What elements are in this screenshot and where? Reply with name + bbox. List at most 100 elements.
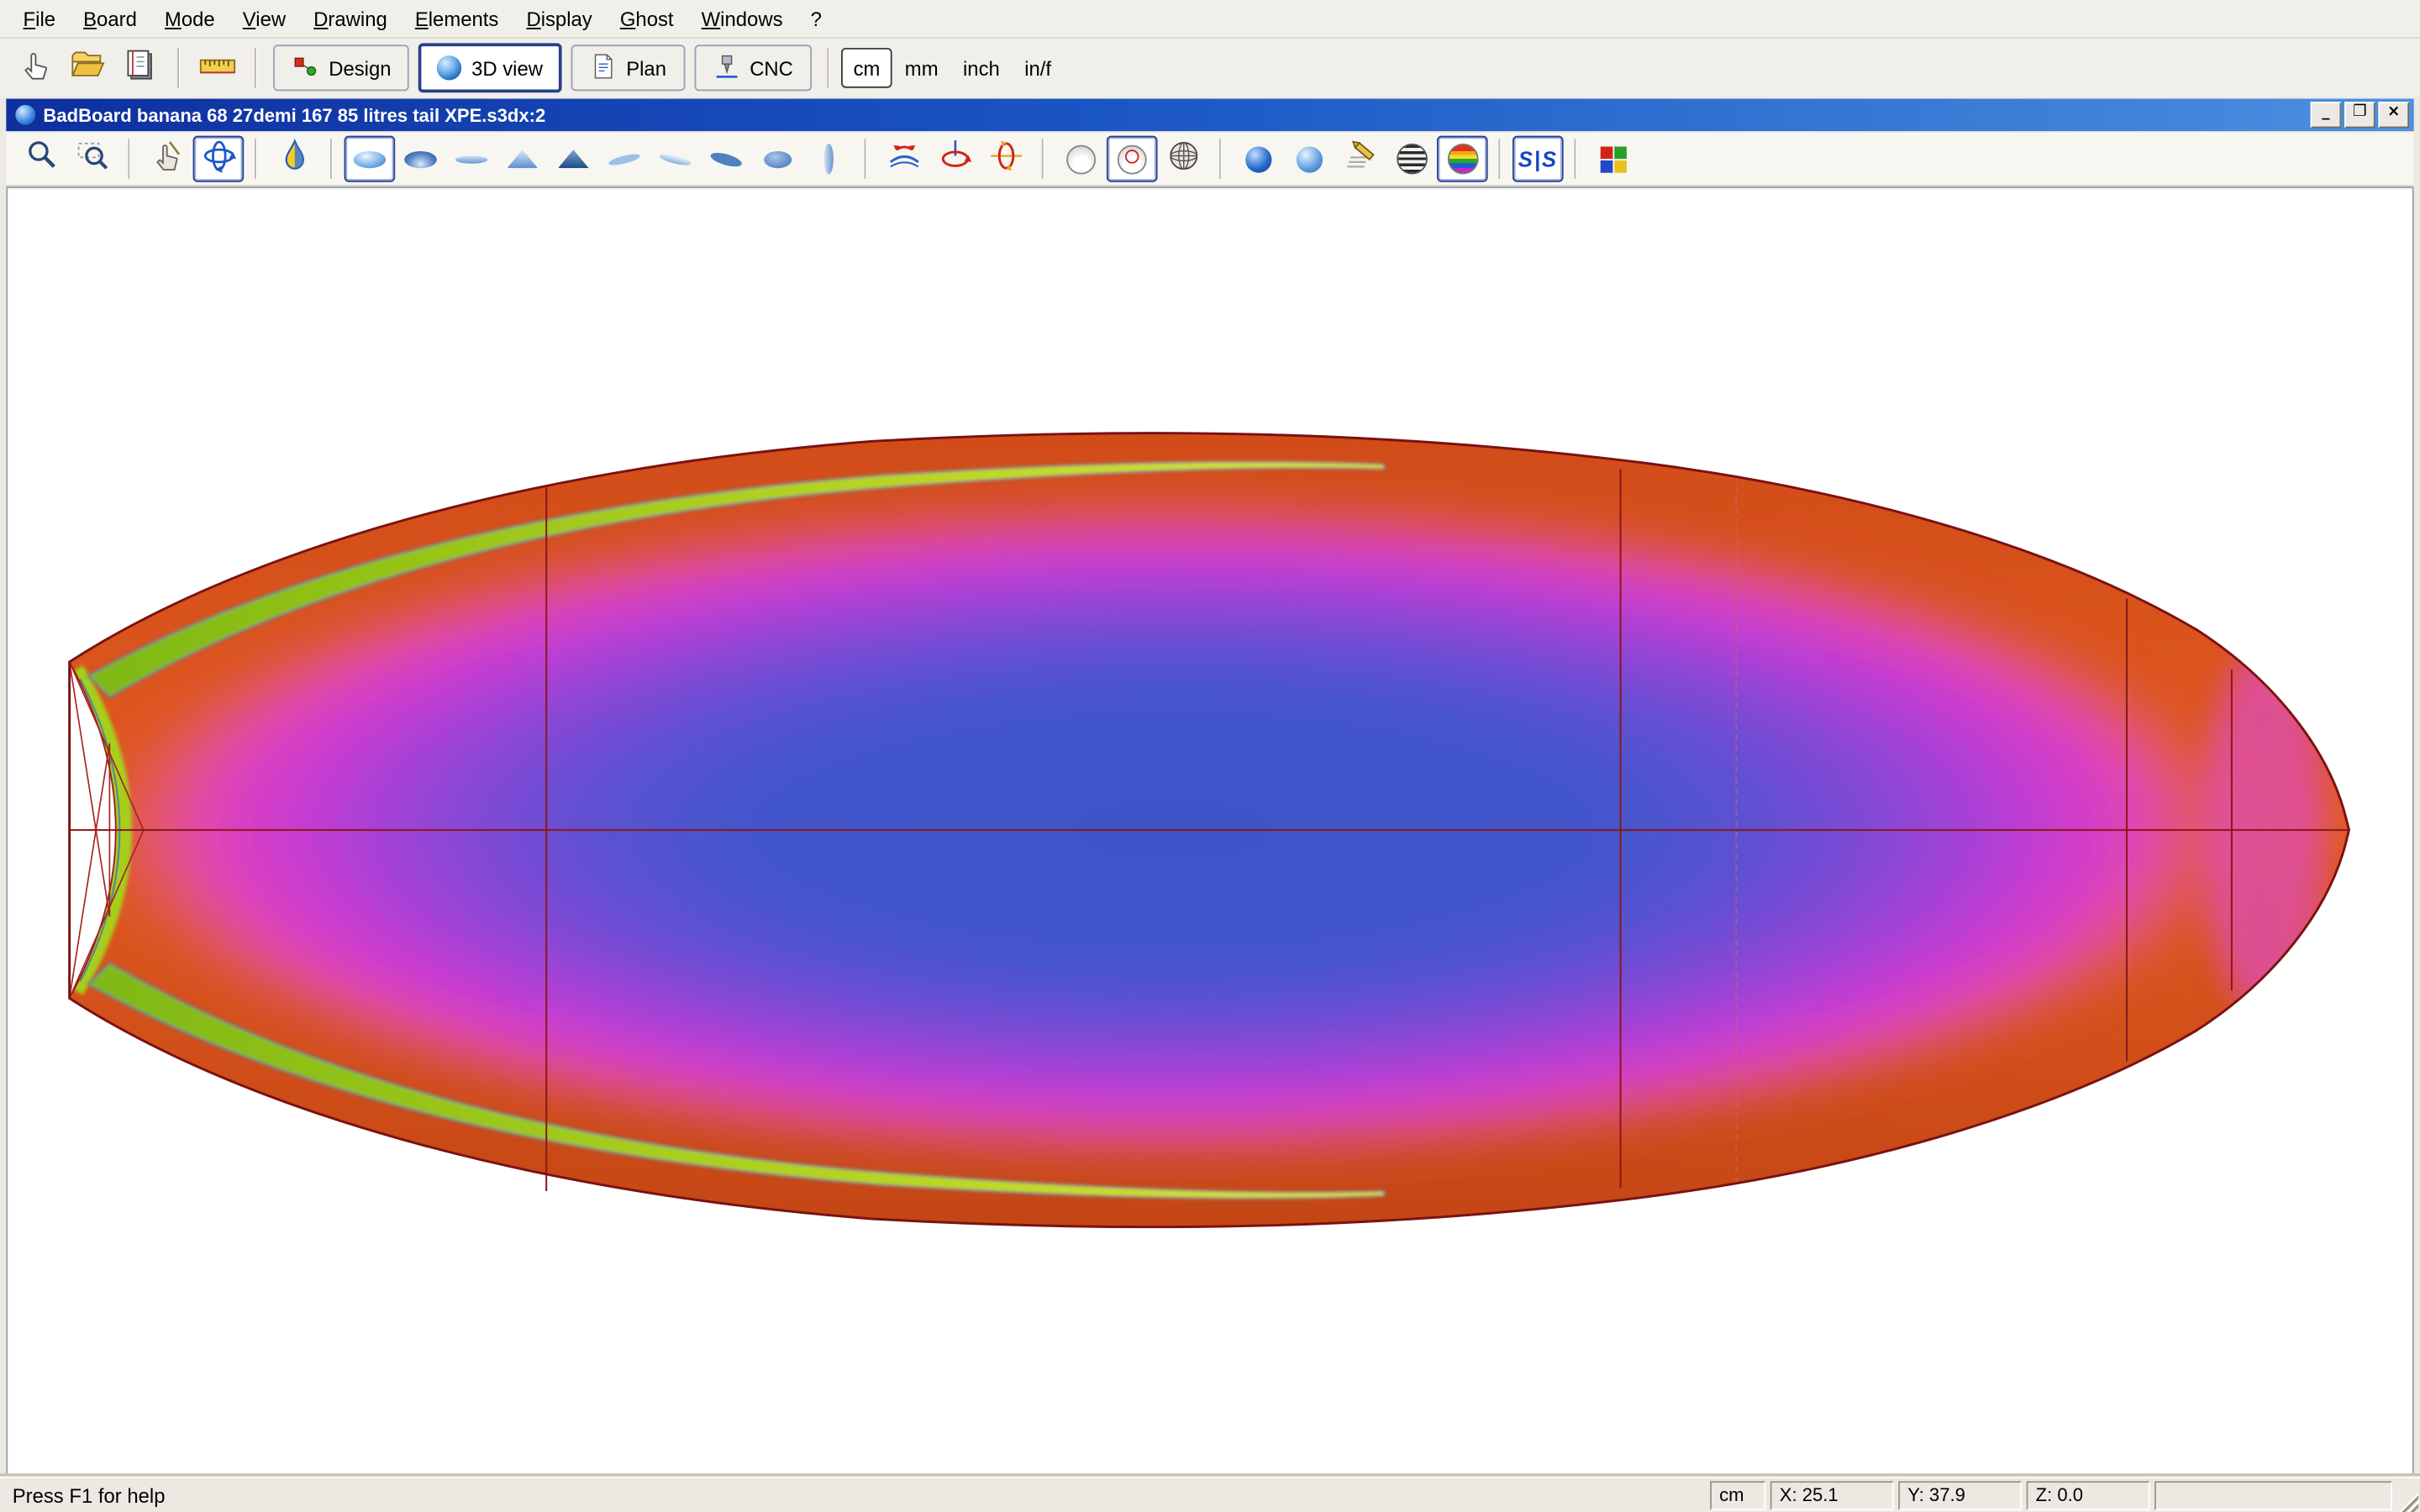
rotate-x-button[interactable] <box>980 136 1031 182</box>
texture-paint-icon <box>1342 137 1379 181</box>
rainbow-sphere-button[interactable] <box>1437 136 1488 182</box>
threed-view-mode-button[interactable]: 3D view <box>419 43 561 92</box>
menu-view[interactable]: View <box>229 3 299 35</box>
board-3d-canvas[interactable] <box>6 186 2413 1478</box>
zebra-sphere-button[interactable] <box>1386 136 1437 182</box>
threed-view-mode-label: 3D view <box>471 56 543 80</box>
tile-windows-button[interactable] <box>1588 136 1639 182</box>
view-front-icon <box>507 150 538 168</box>
rotate-view-button[interactable] <box>193 136 245 182</box>
pan-hand-icon <box>149 137 186 181</box>
plan-mode-button[interactable]: Plan <box>571 45 685 91</box>
ruler-button[interactable] <box>192 43 244 92</box>
view-toolbar: S|S <box>6 133 2413 186</box>
unit-mm-button[interactable]: mm <box>892 48 950 88</box>
zoom-window-icon <box>73 137 110 181</box>
render-marker-button[interactable] <box>1107 136 1158 182</box>
view-bottom-button[interactable] <box>395 136 446 182</box>
flip-view-icon <box>885 137 922 181</box>
slice-diagonal-button[interactable] <box>599 136 650 182</box>
toolbar-separator <box>1219 139 1223 179</box>
document-title-bar[interactable]: BadBoard banana 68 27demi 167 85 litres … <box>6 99 2413 132</box>
menu-display[interactable]: Display <box>513 3 606 35</box>
menu-elements[interactable]: Elements <box>401 3 513 35</box>
slice-diagonal2-button[interactable] <box>650 136 701 182</box>
application-window: File Board Mode View Drawing Elements Di… <box>0 0 2420 1512</box>
blob-view-button[interactable] <box>751 136 802 182</box>
render-plain-icon <box>1066 144 1096 174</box>
zoom-window-button[interactable] <box>66 136 118 182</box>
unit-inf-button[interactable]: in/f <box>1013 48 1064 88</box>
zoom-icon <box>23 137 60 181</box>
view-side-icon <box>455 155 488 163</box>
plan-mode-label: Plan <box>626 56 666 80</box>
slice-filled-icon <box>709 150 744 169</box>
zoom-button[interactable] <box>15 136 66 182</box>
unit-cm-button[interactable]: cm <box>841 48 892 88</box>
toolbar-separator <box>1574 139 1577 179</box>
slice-filled-button[interactable] <box>701 136 752 182</box>
view-top-icon <box>354 150 387 167</box>
curvature-ss-button[interactable]: S|S <box>1512 136 1564 182</box>
view-back-button[interactable] <box>548 136 599 182</box>
toolbar-separator <box>177 48 181 88</box>
flip-view-button[interactable] <box>878 136 929 182</box>
sphere-light-icon <box>1297 146 1323 172</box>
rainbow-sphere-icon <box>1447 144 1478 175</box>
open-file-button[interactable] <box>61 43 113 92</box>
wireframe-globe-icon <box>1165 137 1202 181</box>
menu-file[interactable]: File <box>9 3 70 35</box>
sphere-dark-icon <box>1245 146 1271 172</box>
toolbar-separator <box>255 48 258 88</box>
view-side-button[interactable] <box>446 136 497 182</box>
status-help-text: Press F1 for help <box>13 1483 166 1507</box>
rotate-z-button[interactable] <box>929 136 981 182</box>
select-hand-button[interactable] <box>9 43 61 92</box>
menu-drawing[interactable]: Drawing <box>300 3 402 35</box>
menu-bar: File Board Mode View Drawing Elements Di… <box>0 0 2420 39</box>
zebra-sphere-icon <box>1396 144 1427 175</box>
cross-section-icon <box>823 144 833 175</box>
toolbar-separator <box>128 139 131 179</box>
restore-button[interactable]: ❐ <box>2344 102 2375 128</box>
menu-mode[interactable]: Mode <box>150 3 229 35</box>
sphere-dark-button[interactable] <box>1234 136 1285 182</box>
render-marker-icon <box>1118 144 1147 174</box>
cnc-machine-icon <box>713 52 740 85</box>
design-mode-label: Design <box>329 56 391 80</box>
render-plain-button[interactable] <box>1055 136 1107 182</box>
rotate-x-icon <box>987 137 1024 181</box>
sphere-light-button[interactable] <box>1284 136 1335 182</box>
rotate-z-icon <box>936 137 973 181</box>
status-x-field: X: 25.1 <box>1770 1480 1894 1509</box>
document-sphere-icon <box>15 105 35 125</box>
unit-inch-button[interactable]: inch <box>950 48 1012 88</box>
color-button[interactable] <box>269 136 320 182</box>
cnc-mode-button[interactable]: CNC <box>694 45 812 91</box>
wireframe-globe-button[interactable] <box>1158 136 1209 182</box>
texture-paint-button[interactable] <box>1335 136 1386 182</box>
toolbar-separator <box>1498 139 1502 179</box>
measurements-button[interactable] <box>114 43 166 92</box>
resize-grip[interactable] <box>2396 1488 2419 1512</box>
pan-hand-button[interactable] <box>142 136 193 182</box>
menu-ghost[interactable]: Ghost <box>606 3 687 35</box>
menu-windows[interactable]: Windows <box>687 3 797 35</box>
main-toolbar: Design 3D view Plan CNC cm mm inch in/f <box>0 39 2420 97</box>
status-z-field: Z: 0.0 <box>2027 1480 2150 1509</box>
toolbar-separator <box>1042 139 1045 179</box>
status-unit-field: cm <box>1710 1480 1765 1509</box>
view-front-button[interactable] <box>497 136 548 182</box>
cross-section-button[interactable] <box>802 136 854 182</box>
menu-help[interactable]: ? <box>797 3 835 35</box>
close-button[interactable]: × <box>2378 102 2409 128</box>
minimize-button[interactable]: _ <box>2311 102 2342 128</box>
board-render <box>8 188 2412 1477</box>
document-title: BadBoard banana 68 27demi 167 85 litres … <box>43 104 2307 126</box>
status-y-field: Y: 37.9 <box>1898 1480 2022 1509</box>
design-mode-button[interactable]: Design <box>273 45 409 91</box>
view-top-button[interactable] <box>345 136 396 182</box>
curvature-ss-icon: S|S <box>1518 146 1558 171</box>
menu-board[interactable]: Board <box>70 3 151 35</box>
design-nodes-icon <box>292 52 319 85</box>
